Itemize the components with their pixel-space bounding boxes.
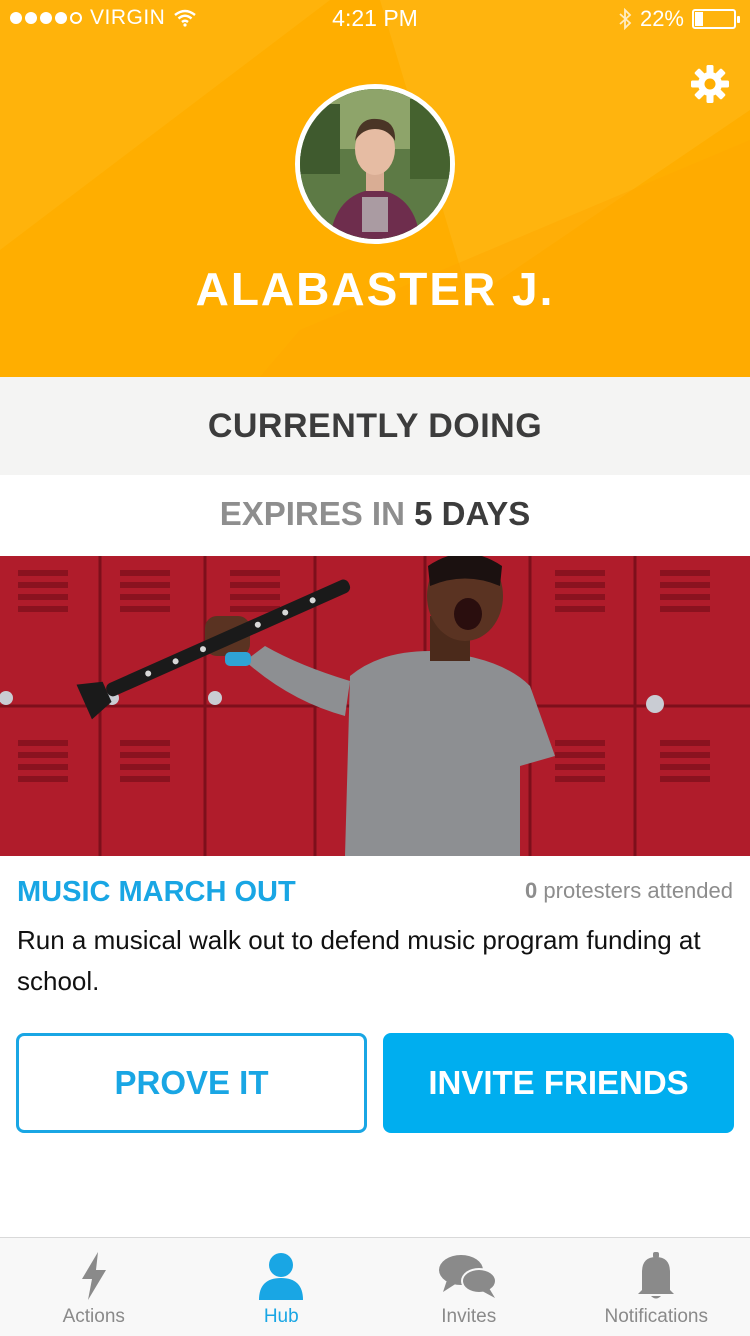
chat-bubbles-icon <box>438 1255 497 1298</box>
battery-icon <box>692 9 740 29</box>
battery-percent: 22% <box>639 6 684 31</box>
expiry-prefix: EXPIRES IN <box>219 495 405 532</box>
bell-icon <box>638 1252 675 1299</box>
person-icon <box>259 1253 304 1300</box>
tab-notifications-label: Notifications <box>604 1306 709 1327</box>
tab-invites-label: Invites <box>441 1306 497 1327</box>
settings-gear-icon[interactable] <box>690 64 730 104</box>
bottom-tab-bar: Actions Hub Invites Notifications <box>0 1237 750 1336</box>
expiry-text: EXPIRES IN 5 DAYS <box>0 495 750 533</box>
invite-friends-button[interactable]: INVITE FRIENDS <box>383 1033 734 1133</box>
campaign-photo <box>0 556 750 856</box>
expiry-value: 5 DAYS <box>414 495 531 532</box>
attendance-number: 0 <box>525 878 538 903</box>
attendance-label: protesters attended <box>543 878 733 903</box>
tab-actions[interactable]: Actions <box>0 1238 188 1336</box>
tab-invites[interactable]: Invites <box>375 1238 563 1336</box>
campaign-title[interactable]: MUSIC MARCH OUT <box>17 876 296 909</box>
lightning-icon <box>81 1252 106 1300</box>
avatar-photo <box>300 89 450 239</box>
tab-actions-label: Actions <box>62 1306 125 1327</box>
campaign-photo-illustration <box>0 556 750 856</box>
tab-hub-label: Hub <box>263 1306 299 1327</box>
currently-doing-heading: CURRENTLY DOING <box>0 377 750 475</box>
profile-name: ALABASTER J. <box>195 263 555 315</box>
profile-header: VIRGIN 4:21 PM 22% ALABASTER J. <box>0 0 750 377</box>
currently-doing-label: CURRENTLY DOING <box>207 406 543 445</box>
profile-avatar[interactable] <box>295 84 455 244</box>
tab-hub[interactable]: Hub <box>188 1238 376 1336</box>
bluetooth-icon <box>619 8 632 30</box>
campaign-description: Run a musical walk out to defend music p… <box>17 925 701 996</box>
attendance-count: 0 protesters attended <box>525 878 733 904</box>
status-bar: VIRGIN 4:21 PM 22% <box>0 0 750 40</box>
tab-notifications[interactable]: Notifications <box>563 1238 750 1336</box>
prove-it-button[interactable]: PROVE IT <box>16 1033 367 1133</box>
